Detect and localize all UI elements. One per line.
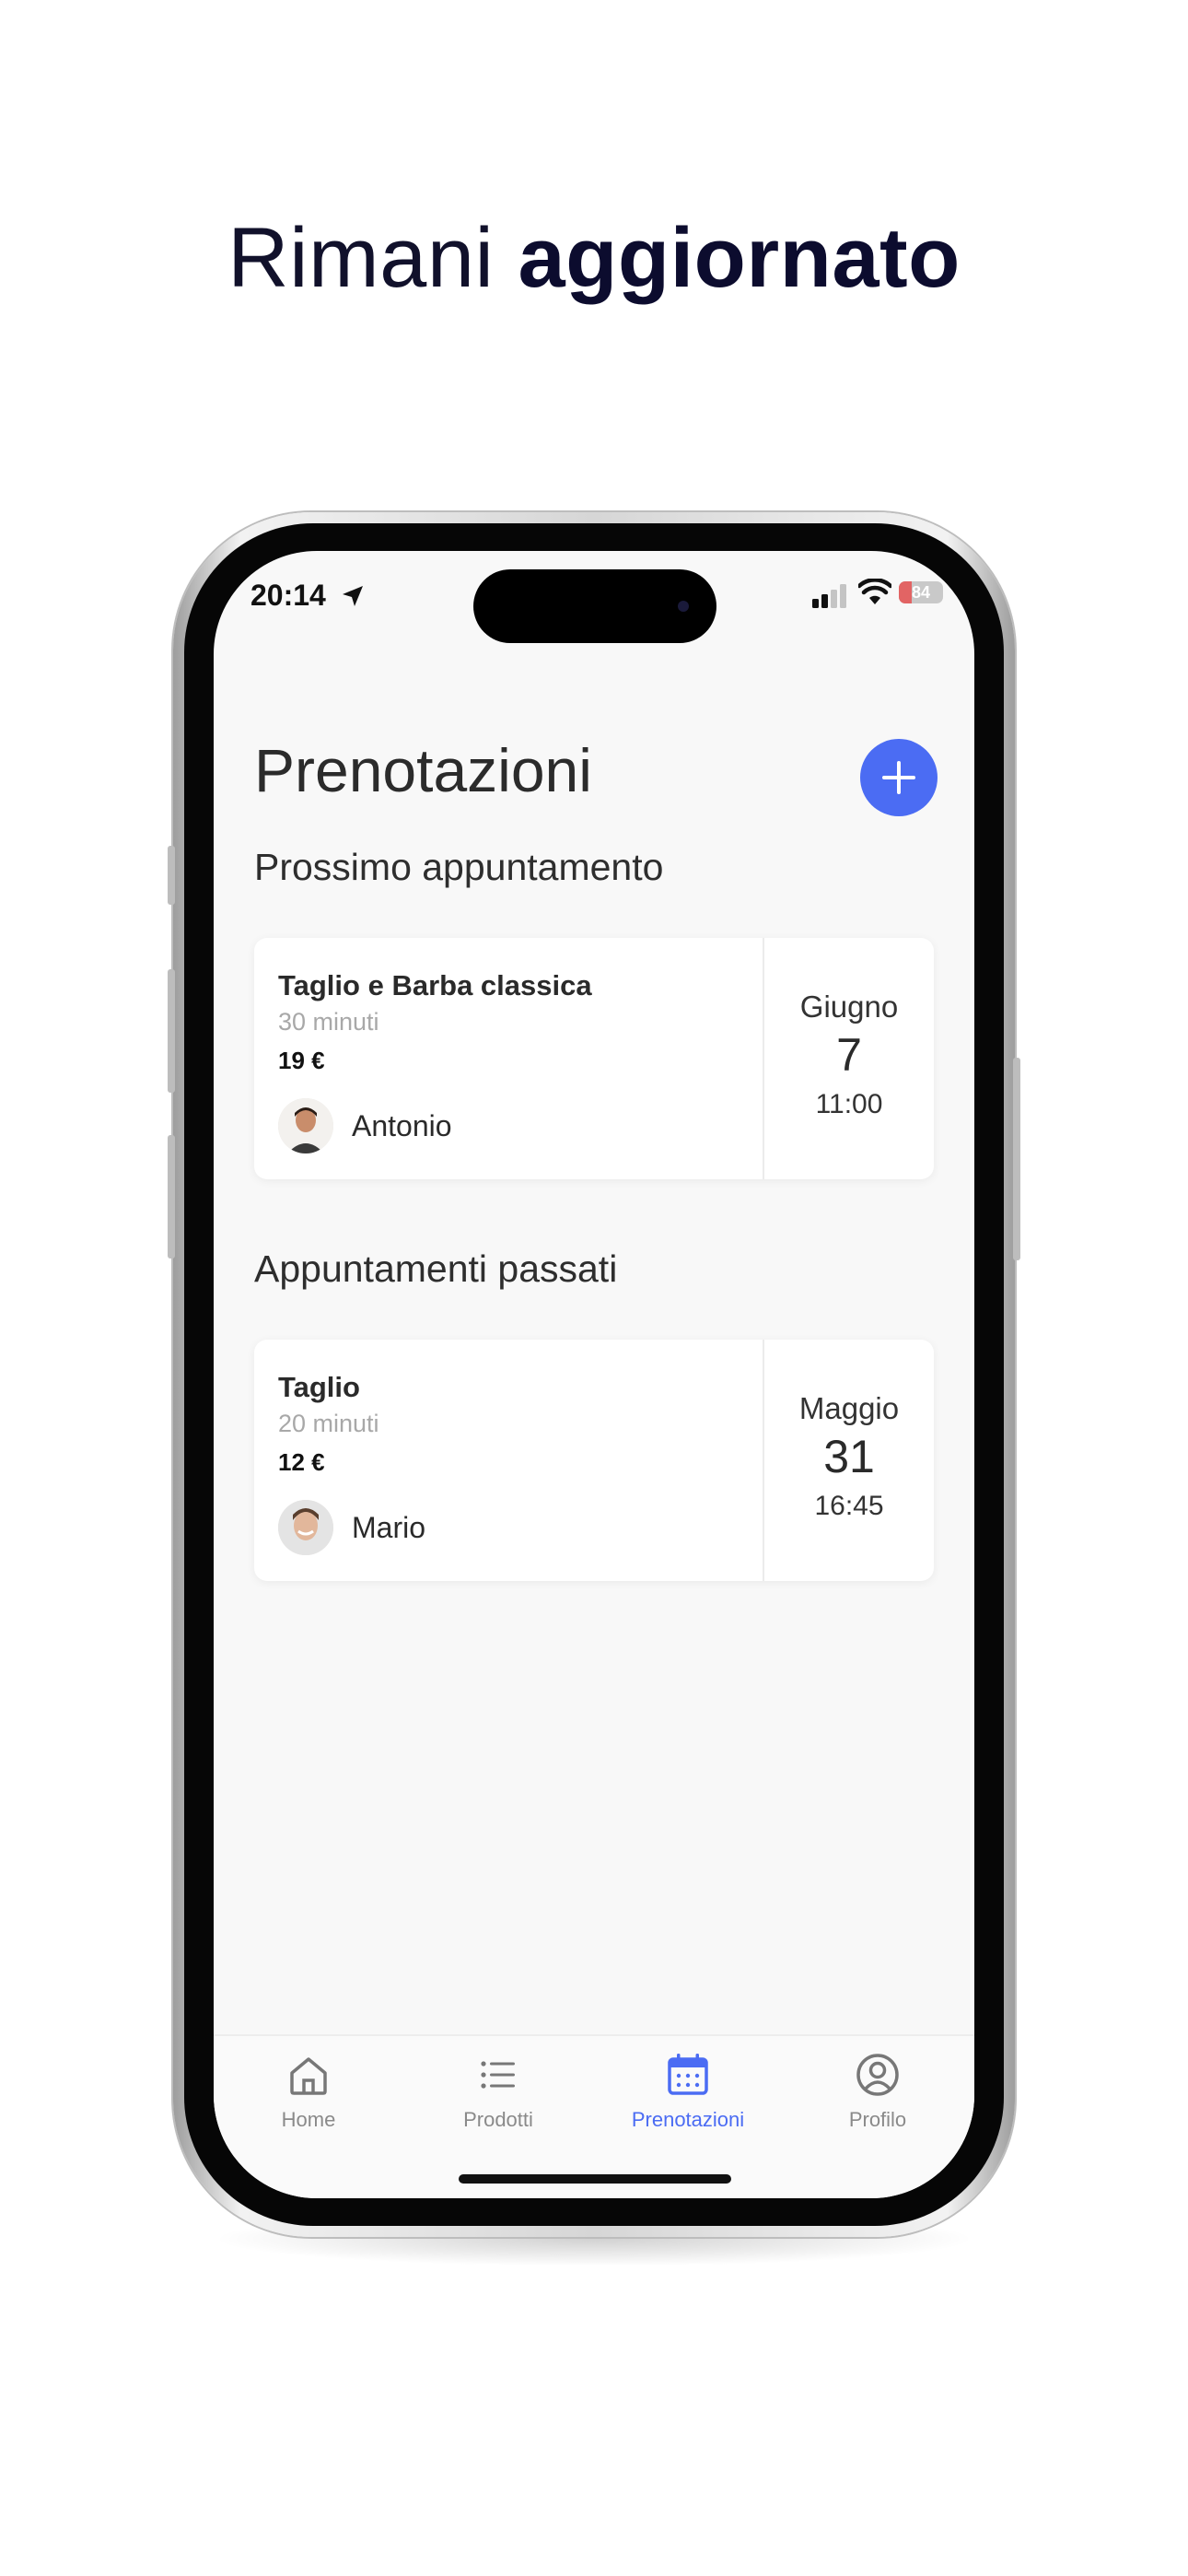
appointment-month: Giugno: [799, 989, 899, 1024]
calendar-icon: [668, 2054, 708, 2095]
camera-icon: [678, 601, 689, 612]
location-arrow-icon: [343, 586, 363, 606]
barber-name: Antonio: [352, 1109, 452, 1142]
service-duration: 20 minuti: [278, 1410, 379, 1437]
list-icon: [481, 2061, 515, 2089]
service-name: Taglio: [278, 1371, 360, 1403]
service-price: 12 €: [278, 1448, 325, 1476]
tab-label: Prenotazioni: [631, 2108, 745, 2131]
upcoming-appointment-card[interactable]: Taglio e Barba classica 30 minuti 19 € A…: [254, 938, 934, 1179]
profile-icon: [856, 2054, 899, 2096]
barber-avatar: [278, 1500, 333, 1555]
appointment-day: 31: [823, 1431, 875, 1482]
tab-prodotti[interactable]: Prodotti: [403, 2049, 593, 2150]
battery-icon: 84: [899, 581, 943, 603]
volume-up-button: [168, 969, 175, 1093]
service-duration: 30 minuti: [278, 1008, 379, 1036]
headline-regular: Rimani: [227, 211, 495, 305]
tab-prenotazioni[interactable]: Prenotazioni: [593, 2049, 783, 2150]
headline-bold: aggiornato: [518, 211, 961, 305]
tab-label: Home: [281, 2108, 336, 2131]
silent-switch: [168, 846, 175, 905]
tab-label: Profilo: [848, 2108, 907, 2131]
cellular-signal-icon: [812, 584, 846, 608]
tab-home[interactable]: Home: [214, 2049, 403, 2150]
home-icon: [290, 2057, 327, 2095]
headline: Rimani aggiornato: [0, 203, 1188, 313]
volume-down-button: [168, 1135, 175, 1259]
tab-profilo[interactable]: Profilo: [783, 2049, 973, 2150]
battery-level: 84: [911, 583, 931, 602]
appointment-month: Maggio: [798, 1391, 900, 1425]
tab-label: Prodotti: [463, 2108, 533, 2131]
appointment-time: 11:00: [815, 1089, 883, 1119]
wifi-icon: [858, 579, 891, 604]
barber-avatar: [278, 1098, 333, 1153]
page-title: Prenotazioni: [254, 736, 592, 804]
status-time: 20:14: [250, 579, 326, 612]
home-indicator[interactable]: [459, 2174, 731, 2184]
dynamic-island: [473, 569, 716, 643]
upcoming-section-title: Prossimo appuntamento: [254, 846, 664, 888]
appointment-time: 16:45: [814, 1491, 884, 1521]
power-button: [1013, 1058, 1020, 1260]
past-appointment-card[interactable]: Taglio 20 minuti 12 € Mario Maggio 31 16…: [254, 1340, 934, 1581]
service-name: Taglio e Barba classica: [278, 969, 592, 1001]
past-section-title: Appuntamenti passati: [254, 1247, 618, 1290]
barber-name: Mario: [352, 1511, 426, 1544]
phone-screen: 20:14 84 Prenotazioni Prossimo appuntame…: [214, 551, 974, 2198]
service-price: 19 €: [278, 1047, 325, 1074]
add-booking-button[interactable]: [860, 739, 938, 816]
appointment-day: 7: [836, 1029, 862, 1081]
